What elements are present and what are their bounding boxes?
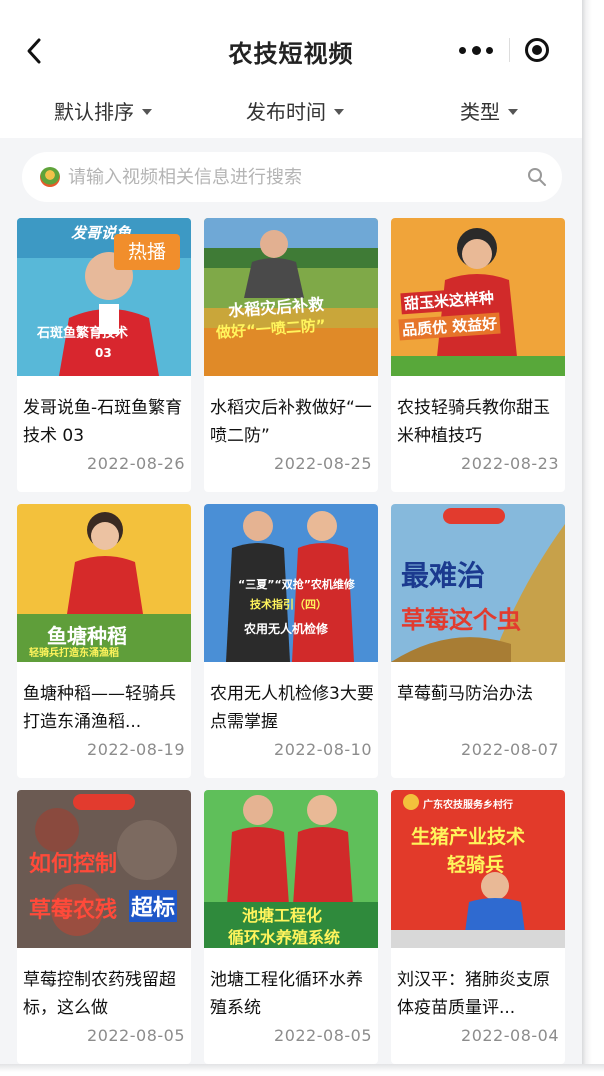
thumb-caption: 草莓这个虫 [401,606,521,634]
video-thumbnail: 发哥说鱼 石斑鱼繁育技术 03 热播 [17,218,191,376]
video-title: 草莓蓟马防治办法 [397,684,533,704]
video-date: 2022-08-25 [274,454,372,473]
thumb-caption: 生猪产业技术 [411,826,526,848]
video-title: 刘汉平：猪肺炎支原体疫苗质量评... [397,970,550,1018]
caret-down-icon [508,108,518,115]
video-thumbnail: 最难治 草莓这个虫 [391,504,565,662]
app-logo-icon [40,167,60,187]
search-input[interactable] [68,152,508,202]
video-title: 池塘工程化循环水养殖系统 [210,970,363,1018]
thumb-caption: 最难治 [401,559,486,592]
video-date: 2022-08-19 [87,740,185,759]
search-icon[interactable] [527,167,547,187]
video-card[interactable]: 池塘工程化 循环水养殖系统 池塘工程化循环水养殖系统 2022-08-05 [204,790,378,1064]
mini-program-capsule [445,28,573,72]
video-title: 草莓控制农药残留超标，这么做 [23,970,176,1018]
video-title: 农技轻骑兵教你甜玉米种植技巧 [397,398,550,446]
thumb-caption: 池塘工程化 [242,906,323,925]
video-date: 2022-08-05 [274,1026,372,1045]
filter-type[interactable]: 类型 [460,96,518,125]
video-thumbnail: “三夏”“双抢”农机维修 技术指引（四） 农用无人机检修 [204,504,378,662]
video-thumbnail: 广东农技服务乡村行 生猪产业技术 轻骑兵 [391,790,565,948]
video-title: 发哥说鱼-石斑鱼繁育技术 03 [23,398,183,446]
video-card[interactable]: 甜玉米这样种 品质优 效益好 农技轻骑兵教你甜玉米种植技巧 2022-08-23 [391,218,565,492]
thumb-caption: 农用无人机检修 [244,622,329,636]
filter-publish-time-label: 发布时间 [246,100,326,124]
video-card[interactable]: 广东农技服务乡村行 生猪产业技术 轻骑兵 刘汉平：猪肺炎支原体疫苗质量评... … [391,790,565,1064]
video-thumbnail: 甜玉米这样种 品质优 效益好 [391,218,565,376]
thumb-caption: 轻骑兵 [447,854,505,876]
video-thumbnail: 池塘工程化 循环水养殖系统 [204,790,378,948]
video-card[interactable]: 最难治 草莓这个虫 草莓蓟马防治办法 2022-08-07 [391,504,565,778]
thumb-caption: 石斑鱼繁育技术 [37,326,129,341]
hot-badge: 热播 [114,234,180,270]
capsule-divider [509,38,510,62]
thumb-caption: 广东农技服务乡村行 [423,800,513,811]
more-dots-icon[interactable] [459,41,495,59]
filter-publish-time[interactable]: 发布时间 [246,96,344,125]
thumb-caption: 轻骑兵打造东涌渔稻 [29,648,119,659]
video-date: 2022-08-26 [87,454,185,473]
video-card[interactable]: “三夏”“双抢”农机维修 技术指引（四） 农用无人机检修 农用无人机检修3大要点… [204,504,378,778]
video-card[interactable]: 发哥说鱼 石斑鱼繁育技术 03 热播 发哥说鱼-石斑鱼繁育技术 03 2022-… [17,218,191,492]
video-date: 2022-08-05 [87,1026,185,1045]
video-thumbnail: 如何控制 草莓农残 超标 [17,790,191,948]
filter-sort[interactable]: 默认排序 [54,96,152,125]
thumb-caption: 草莓农残 [29,898,118,923]
navigation-bar: 农技短视频 [0,0,582,90]
filter-sort-label: 默认排序 [54,100,134,124]
caret-down-icon [334,108,344,115]
video-card[interactable]: 如何控制 草莓农残 超标 草莓控制农药残留超标，这么做 2022-08-05 [17,790,191,1064]
video-card[interactable]: 鱼塘种稻 轻骑兵打造东涌渔稻 鱼塘种稻——轻骑兵打造东涌渔稻... 2022-0… [17,504,191,778]
thumb-caption: 03 [95,346,112,360]
video-title: 鱼塘种稻——轻骑兵打造东涌渔稻... [23,684,176,732]
video-date: 2022-08-04 [461,1026,559,1045]
filter-type-label: 类型 [460,100,500,124]
screenshot-edge [0,1064,604,1076]
filter-bar: 默认排序 发布时间 类型 [0,90,582,138]
video-date: 2022-08-10 [274,740,372,759]
thumb-caption: 超标 [129,890,178,922]
video-thumbnail: 鱼塘种稻 轻骑兵打造东涌渔稻 [17,504,191,662]
video-title: 水稻灾后补救做好“一喷二防” [210,398,372,446]
video-thumbnail: 水稻灾后补救 做好“一喷二防” [204,218,378,376]
video-date: 2022-08-07 [461,740,559,759]
caret-down-icon [142,108,152,115]
target-close-icon[interactable] [525,38,549,62]
app-screen: 农技短视频 默认排序 发布时间 类型 请输入视频相关信息进行搜索 发哥说鱼 石斑… [0,0,582,1064]
thumb-caption: “三夏”“双抢”农机维修 [238,578,355,591]
video-date: 2022-08-23 [461,454,559,473]
video-card[interactable]: 水稻灾后补救 做好“一喷二防” 水稻灾后补救做好“一喷二防” 2022-08-2… [204,218,378,492]
screenshot-edge [582,0,604,1076]
video-title: 农用无人机检修3大要点需掌握 [210,684,374,732]
thumb-caption: 技术指引（四） [250,598,327,611]
search-box [22,152,562,202]
thumb-caption: 如何控制 [29,852,118,877]
thumb-caption: 循环水养殖系统 [228,928,341,947]
